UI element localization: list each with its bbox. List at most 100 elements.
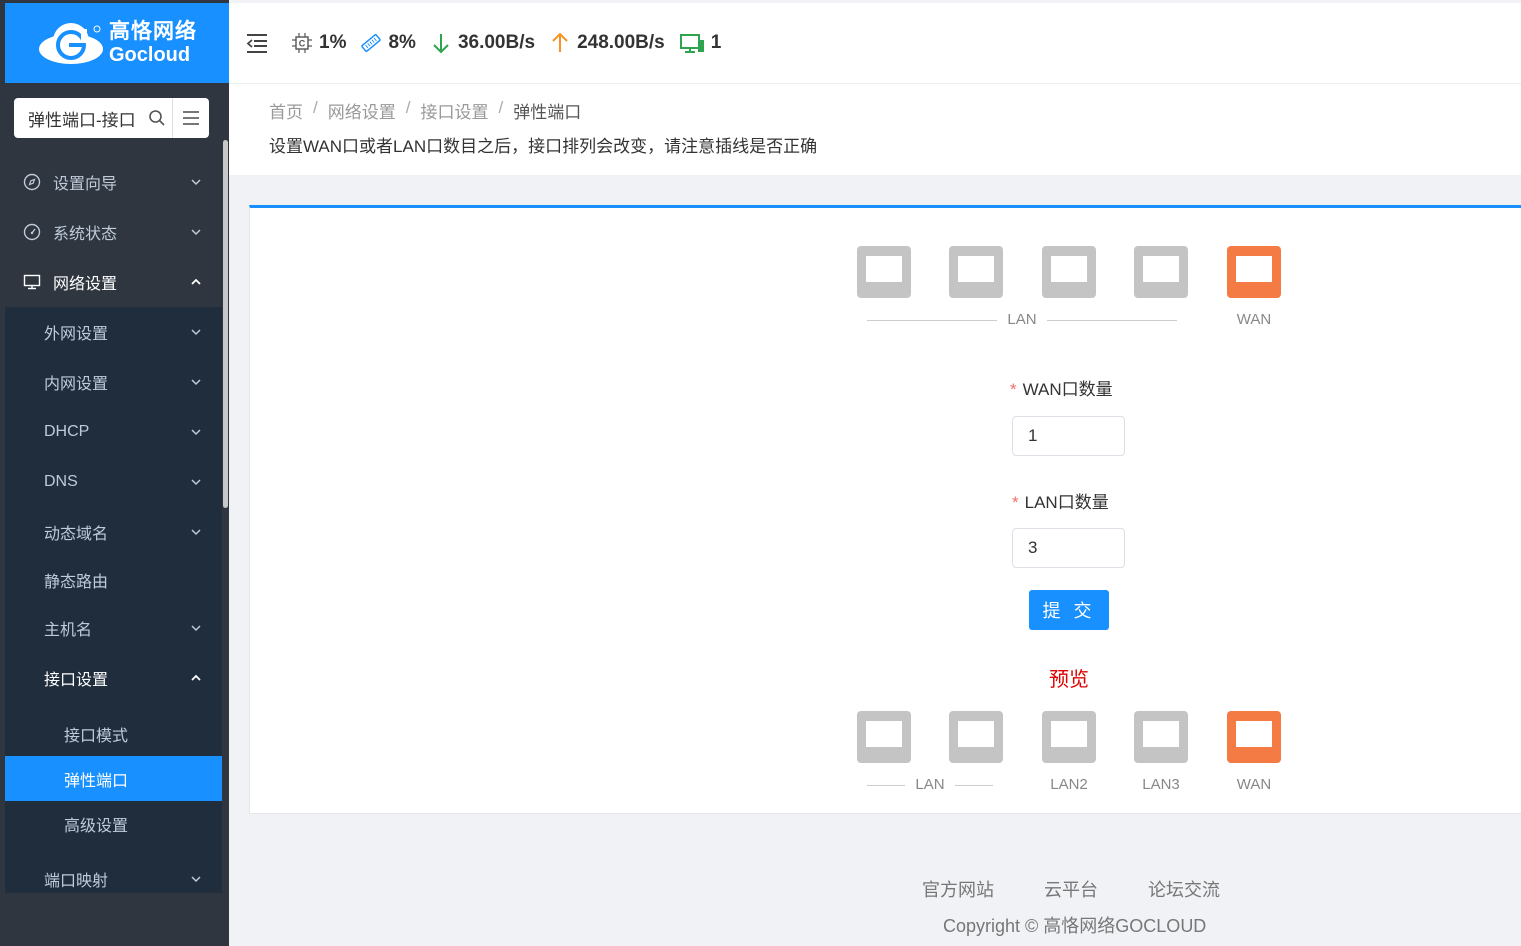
sidebar: 高恪网络 Gocloud 设置向导 系统状态 网络设置	[0, 0, 229, 946]
brand-name-cn: 高恪网络	[109, 20, 197, 43]
required-mark: *	[1012, 493, 1019, 512]
sidebar-item-label: 弹性端口	[64, 772, 129, 790]
wan-count-label: * WAN口数量	[1010, 380, 1113, 399]
breadcrumb: 首页 / 网络设置 / 接口设置 / 弹性端口	[269, 98, 582, 123]
required-mark: *	[1010, 380, 1017, 399]
wan-port-label: WAN	[1236, 311, 1272, 328]
sidebar-item-wan[interactable]: 外网设置	[5, 307, 223, 357]
svg-text:C: C	[299, 39, 306, 49]
submit-button[interactable]: 提 交	[1029, 590, 1109, 630]
cpu-value: 1%	[319, 32, 347, 53]
sidebar-item-elastic-port[interactable]: 弹性端口	[5, 756, 223, 801]
sidebar-item-setup-wizard[interactable]: 设置向导	[5, 157, 223, 207]
sidebar-item-advanced[interactable]: 高级设置	[5, 801, 223, 846]
devices-value: 1	[710, 32, 722, 53]
wan-count-input[interactable]	[1012, 416, 1125, 456]
sidebar-item-label: 接口模式	[64, 727, 129, 745]
lan-port-icon	[857, 246, 911, 298]
topbar: C 1% 8% 36.00B/s 248.00B/s 1	[229, 3, 1521, 83]
chevron-down-icon	[191, 479, 201, 486]
lan-port-icon	[857, 711, 911, 763]
device-icon	[679, 32, 705, 54]
wan-port-icon	[1227, 711, 1281, 763]
elastic-port-card: LAN WAN *WAN口数量 *LAN口数量 提 交 预览 LAN LAN2 …	[249, 205, 1521, 814]
chevron-down-icon	[191, 329, 201, 336]
footer-links: 官方网站 云平台 论坛交流	[922, 876, 1270, 902]
chevron-down-icon	[191, 625, 201, 632]
lan3-port-icon	[1134, 711, 1188, 763]
arrow-down-icon	[430, 32, 452, 54]
breadcrumb-home[interactable]: 首页	[269, 98, 303, 123]
sidebar-item-label: 系统状态	[53, 226, 118, 243]
dashboard-icon	[23, 223, 41, 241]
preview-title: 预览	[1049, 669, 1089, 691]
chevron-up-icon	[191, 278, 201, 285]
menu-search	[14, 98, 209, 138]
sidebar-item-lan[interactable]: 内网设置	[5, 357, 223, 407]
lan-port-icon	[949, 246, 1003, 298]
breadcrumb-current: 弹性端口	[513, 103, 582, 122]
breadcrumb-interface[interactable]: 接口设置	[420, 98, 488, 123]
sidebar-item-label: 高级设置	[64, 817, 129, 835]
online-devices: 1	[679, 32, 722, 54]
memory-value: 8%	[388, 32, 416, 53]
menu-search-input[interactable]	[28, 108, 138, 128]
footer-link-official-site[interactable]: 官方网站	[922, 876, 994, 902]
monitor-icon	[23, 273, 41, 291]
preview-wan-label: WAN	[1236, 776, 1272, 793]
sidebar-item-label: DHCP	[44, 423, 90, 440]
breadcrumb-network[interactable]: 网络设置	[328, 98, 396, 123]
page-header: 首页 / 网络设置 / 接口设置 / 弹性端口 设置WAN口或者LAN口数目之后…	[229, 83, 1521, 175]
sidebar-item-label: 内网设置	[44, 376, 109, 393]
sidebar-item-network-settings[interactable]: 网络设置	[5, 257, 223, 307]
arrow-up-icon	[549, 32, 571, 54]
logo[interactable]: 高恪网络 Gocloud	[5, 3, 229, 83]
page-notice: 设置WAN口或者LAN口数目之后，接口排列会改变，请注意插线是否正确	[269, 137, 818, 156]
interface-submenu: 接口模式 弹性端口 高级设置	[5, 703, 223, 854]
footer-link-cloud-platform[interactable]: 云平台	[1044, 876, 1098, 902]
sidebar-item-static-route[interactable]: 静态路由	[5, 557, 223, 603]
search-icon[interactable]	[148, 108, 166, 128]
sidebar-scrollbar[interactable]	[222, 140, 229, 892]
sidebar-item-port-mapping[interactable]: 端口映射	[5, 854, 223, 893]
download-value: 36.00B/s	[457, 32, 536, 53]
scrollbar-thumb[interactable]	[223, 140, 228, 508]
sidebar-item-hostname[interactable]: 主机名	[5, 603, 223, 653]
lan-count-label: * LAN口数量	[1012, 493, 1109, 512]
menu-list-icon[interactable]	[172, 98, 209, 138]
cpu-usage: C 1%	[291, 32, 346, 54]
memory-icon	[360, 32, 382, 54]
download-speed: 36.00B/s	[430, 32, 535, 54]
sidebar-item-label: 端口映射	[44, 873, 109, 890]
cpu-icon: C	[291, 32, 313, 54]
sidebar-item-system-status[interactable]: 系统状态	[5, 207, 223, 257]
collapse-menu-icon[interactable]	[245, 31, 269, 55]
brand-name-en: Gocloud	[109, 44, 191, 66]
sidebar-item-label: 静态路由	[44, 574, 109, 591]
chevron-down-icon	[191, 229, 201, 236]
sidebar-footer	[5, 893, 229, 939]
upload-speed: 248.00B/s	[549, 32, 665, 54]
sidebar-item-interface-mode[interactable]: 接口模式	[5, 711, 223, 756]
divider	[955, 785, 993, 786]
cloud-logo-icon	[37, 21, 105, 65]
divider	[867, 320, 997, 321]
lan-count-input[interactable]	[1012, 528, 1125, 568]
sidebar-item-dns[interactable]: DNS	[5, 457, 223, 507]
compass-icon	[23, 173, 41, 191]
upload-value: 248.00B/s	[577, 32, 665, 53]
sidebar-item-interface-settings[interactable]: 接口设置	[5, 653, 223, 703]
sidebar-item-label: 网络设置	[53, 276, 118, 293]
sidebar-menu: 设置向导 系统状态 网络设置 外网设置 内网设置 DHCP DNS 动态域名 静…	[5, 157, 223, 893]
sidebar-item-dhcp[interactable]: DHCP	[5, 407, 223, 457]
preview-lan3-label: LAN3	[1142, 776, 1180, 793]
chevron-down-icon	[191, 179, 201, 186]
sidebar-item-label: 外网设置	[44, 326, 109, 343]
network-submenu: 外网设置 内网设置 DHCP DNS 动态域名 静态路由 主机名 接口设置 接口…	[5, 307, 223, 893]
sidebar-item-label: 接口设置	[44, 672, 109, 689]
sidebar-item-ddns[interactable]: 动态域名	[5, 507, 223, 557]
footer-link-forum[interactable]: 论坛交流	[1148, 876, 1220, 902]
lan-port-icon	[1042, 246, 1096, 298]
chevron-down-icon	[191, 429, 201, 436]
lan-port-icon	[949, 711, 1003, 763]
